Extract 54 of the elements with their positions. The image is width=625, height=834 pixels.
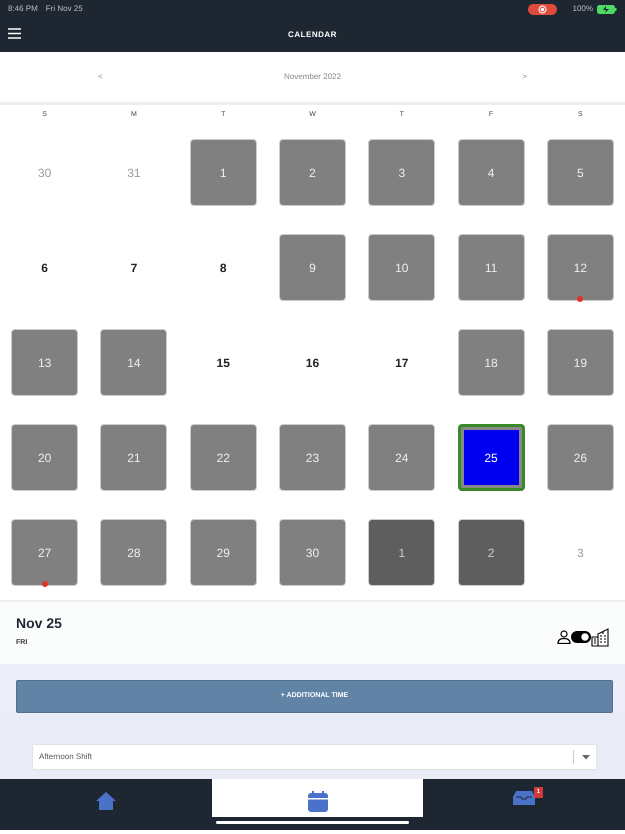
calendar-day[interactable]: 3: [546, 519, 614, 586]
toggle-switch[interactable]: [571, 631, 591, 643]
calendar-day[interactable]: 30: [11, 139, 78, 206]
battery-percent: 100%: [572, 3, 593, 15]
calendar-tab[interactable]: [212, 779, 423, 817]
calendar-day[interactable]: 17: [368, 329, 436, 396]
buildings-icon: [591, 628, 609, 646]
shift-dropdown[interactable]: Afternoon Shift: [32, 744, 597, 770]
calendar-day[interactable]: 3: [368, 139, 436, 206]
calendar-day[interactable]: 7: [100, 234, 168, 301]
calendar-day[interactable]: 31: [100, 139, 168, 206]
calendar-day[interactable]: 8: [190, 234, 257, 301]
calendar-day[interactable]: 12: [546, 234, 614, 301]
calendar-day[interactable]: 13: [11, 329, 78, 396]
calendar-day[interactable]: 23: [278, 424, 346, 491]
caret-icon: [582, 754, 590, 760]
calendar-day[interactable]: 29: [190, 519, 257, 586]
page-title: CALENDAR: [288, 29, 337, 41]
battery-icon: [597, 4, 617, 14]
calendar-day[interactable]: 5: [546, 139, 614, 206]
calendar-day[interactable]: 27: [11, 519, 78, 586]
status-date: Fri Nov 25: [46, 3, 83, 15]
calendar-day[interactable]: 16: [278, 329, 346, 396]
calendar-day[interactable]: 15: [190, 329, 257, 396]
calendar-day[interactable]: 2: [278, 139, 346, 206]
calendar-day[interactable]: 1: [368, 519, 436, 586]
calendar-day[interactable]: 20: [11, 424, 78, 491]
calendar-day[interactable]: 9: [278, 234, 346, 301]
calendar-day[interactable]: 14: [100, 329, 168, 396]
home-icon: [95, 791, 117, 811]
calendar-day[interactable]: 22: [190, 424, 257, 491]
previous-month-button[interactable]: <: [98, 71, 103, 83]
calendar-day[interactable]: 10: [368, 234, 436, 301]
calendar-day[interactable]: 21: [100, 424, 168, 491]
person-icon: [557, 630, 571, 644]
calendar-day[interactable]: 1: [190, 139, 257, 206]
selected-date: Nov 25: [16, 616, 62, 630]
calendar-day[interactable]: 6: [11, 234, 78, 301]
calendar-day[interactable]: 30: [278, 519, 346, 586]
calendar-day[interactable]: 24: [368, 424, 436, 491]
next-month-button[interactable]: >: [522, 71, 527, 83]
calendar-day[interactable]: 4: [458, 139, 525, 206]
menu-icon[interactable]: [8, 28, 21, 39]
status-time: 8:46 PM: [8, 3, 38, 15]
calendar-icon: [308, 791, 328, 812]
calendar-day[interactable]: 19: [546, 329, 614, 396]
calendar-day[interactable]: 2: [458, 519, 525, 586]
calendar-day[interactable]: 18: [458, 329, 525, 396]
calendar-day[interactable]: 11: [458, 234, 525, 301]
calendar-day[interactable]: 25: [458, 424, 525, 491]
screen-recording-icon: [528, 4, 557, 14]
month-title: November 2022: [284, 71, 341, 83]
calendar-day[interactable]: 26: [546, 424, 614, 491]
calendar-day[interactable]: 28: [100, 519, 168, 586]
